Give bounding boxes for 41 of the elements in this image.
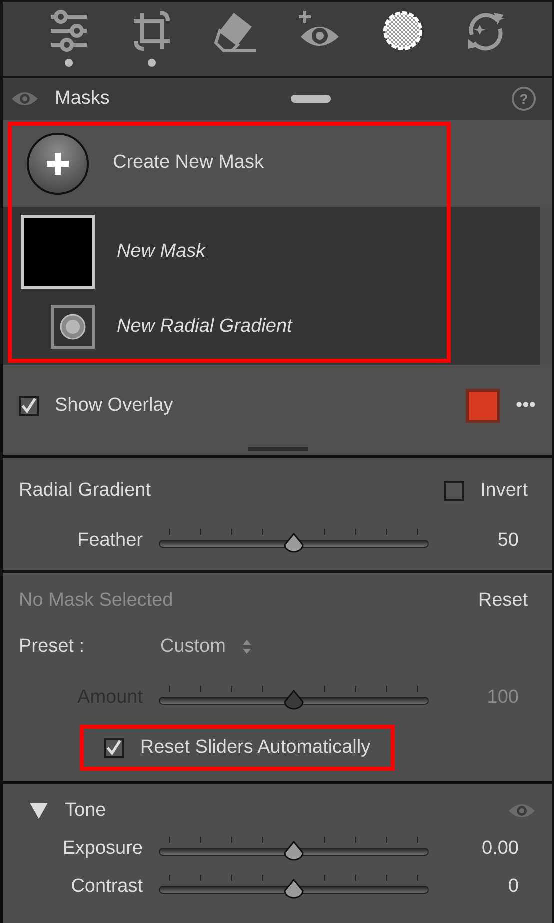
section-title: No Mask Selected (19, 588, 174, 613)
reset-button[interactable]: Reset (478, 586, 528, 616)
slider-thumb[interactable] (283, 533, 305, 554)
eye-icon[interactable] (508, 802, 536, 820)
radial-icon (59, 313, 87, 341)
checkbox[interactable] (444, 481, 464, 501)
slider-thumb[interactable] (283, 879, 305, 900)
preset-dropdown[interactable]: Custom (160, 632, 252, 662)
checkmark-icon (21, 397, 37, 415)
slider-value[interactable]: 0.00 (447, 834, 519, 864)
radial-gradient-thumbnail[interactable] (51, 305, 95, 349)
create-mask-label[interactable]: Create New Mask (113, 149, 264, 178)
preset-label: Preset : (19, 634, 84, 659)
overlay-label[interactable]: Show Overlay (55, 392, 466, 420)
disclosure-triangle-icon[interactable] (29, 802, 49, 820)
stepper-icon (242, 639, 252, 655)
masking-icon[interactable] (380, 9, 425, 53)
panel-title: Masks (55, 86, 110, 111)
slider-label: Contrast (70, 874, 143, 899)
checkmark-icon (106, 739, 122, 757)
panel-resize-handle[interactable] (248, 447, 308, 451)
plus-icon (46, 152, 70, 176)
slider-thumb[interactable] (283, 841, 305, 862)
checkbox[interactable] (19, 396, 39, 416)
mask-name[interactable]: New Radial Gradient (117, 312, 292, 342)
section-title: Tone (65, 798, 108, 823)
help-button[interactable]: ? (512, 87, 536, 111)
mask-name[interactable]: New Mask (117, 238, 206, 266)
more-button[interactable]: ••• (516, 392, 536, 420)
slider-value[interactable]: 50 (447, 526, 519, 556)
overlay-color-swatch[interactable] (466, 389, 500, 423)
reset-sliders-label[interactable]: Reset Sliders Automatically (140, 734, 371, 762)
slider-label: Feather (76, 528, 143, 553)
checkbox[interactable] (104, 738, 124, 758)
slider-value[interactable]: 0 (447, 872, 519, 902)
mask-thumbnail[interactable] (21, 215, 95, 289)
section-title: Radial Gradient (19, 478, 152, 503)
eye-icon[interactable] (11, 90, 39, 108)
invert-label[interactable]: Invert (480, 476, 528, 506)
drag-handle[interactable] (290, 95, 331, 103)
slider-label: Exposure (62, 836, 143, 861)
